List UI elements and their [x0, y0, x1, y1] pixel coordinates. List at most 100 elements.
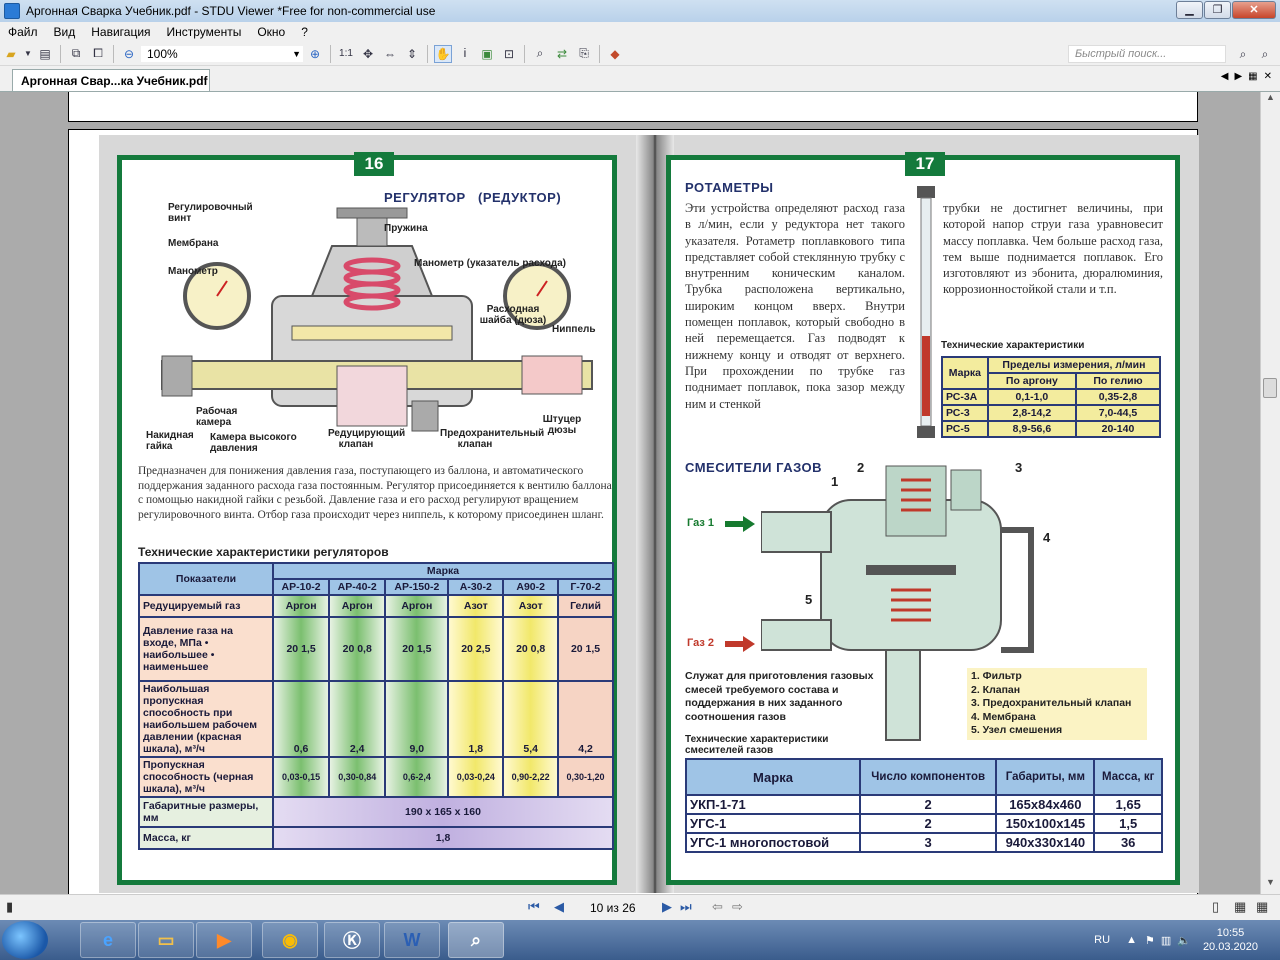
find-icon[interactable]: ⌕: [531, 45, 549, 63]
search-prev-icon[interactable]: ⌕: [1234, 45, 1252, 63]
prev-page-icon[interactable]: ◀: [554, 899, 564, 915]
export-icon[interactable]: ⧉: [67, 45, 85, 63]
regulator-description: Предназначен для понижения давления газа…: [138, 465, 612, 521]
app-k-icon[interactable]: Ⓚ: [324, 922, 380, 958]
pdf-page: 16 РЕГУЛЯТОР (РЕДУКТОР) Регулировочный в…: [68, 129, 1199, 894]
ie-icon[interactable]: e: [80, 922, 136, 958]
tab-prev-icon[interactable]: ◀: [1221, 71, 1229, 82]
label-flow-manometer: Манометр (указатель расхода): [414, 258, 566, 269]
network-icon[interactable]: ▥: [1161, 934, 1171, 947]
menu-navigation[interactable]: Навигация: [83, 25, 158, 39]
rotameters-text-right: трубки не достигнет величины, при которо…: [943, 201, 1163, 297]
zoom-select[interactable]: 100% ▼: [140, 44, 304, 63]
table-cell: 0,03-0,15: [271, 756, 331, 798]
col-dims: Габариты, мм: [995, 758, 1096, 796]
pages-icon[interactable]: ⧠: [89, 45, 107, 63]
zoom-out-icon[interactable]: ⊖: [120, 45, 138, 63]
first-page-icon[interactable]: ⏮: [528, 899, 540, 915]
tray-expand-icon[interactable]: ▲: [1126, 934, 1137, 946]
bookmark-icon[interactable]: ◆: [606, 45, 624, 63]
image-select-icon[interactable]: ▣: [478, 45, 496, 63]
quick-search-input[interactable]: Быстрый поиск...: [1068, 45, 1226, 63]
fit-page-icon[interactable]: ✥: [359, 45, 377, 63]
single-page-view-icon[interactable]: ▯: [1212, 899, 1219, 915]
word-icon[interactable]: W: [384, 922, 440, 958]
window-title: Аргонная Сварка Учебник.pdf - STDU Viewe…: [26, 4, 436, 18]
page-indicator[interactable]: 10 из 26: [590, 901, 636, 915]
zoom-in-icon[interactable]: ⊕: [306, 45, 324, 63]
minimize-button[interactable]: ▁: [1176, 1, 1203, 19]
menu-help[interactable]: ?: [293, 25, 316, 39]
sync-icon[interactable]: ⇄: [553, 45, 571, 63]
table-cell: 2,4: [328, 680, 387, 758]
maximize-button[interactable]: ❐: [1204, 1, 1231, 19]
explorer-icon[interactable]: ▭: [138, 922, 194, 958]
text-select-icon[interactable]: Ꭵ: [456, 45, 474, 63]
language-indicator[interactable]: RU: [1094, 934, 1110, 946]
open-folder-icon[interactable]: ▰: [2, 45, 20, 63]
clock[interactable]: 10:55 20.03.2020: [1203, 926, 1258, 954]
rot-argon: 0,1-1,0: [986, 388, 1077, 406]
scroll-down-icon[interactable]: ▼: [1261, 877, 1280, 894]
document-viewer[interactable]: 16 РЕГУЛЯТОР (РЕДУКТОР) Регулировочный в…: [8, 92, 1260, 894]
callout-1: 1: [831, 474, 839, 489]
legend-item: 5. Узел смешения: [971, 724, 1063, 736]
toolbar-separator: [599, 44, 600, 63]
stdu-viewer-taskbar-icon[interactable]: ⌕: [448, 922, 504, 958]
chrome-icon[interactable]: ◉: [262, 922, 318, 958]
window-controls: ▁ ❐ ✕: [1175, 1, 1276, 19]
scroll-up-icon[interactable]: ▲: [1261, 92, 1280, 109]
system-tray: RU ▲ ⚑ ▥ 🔈 10:55 20.03.2020: [1094, 920, 1280, 960]
page-17: 17 РОТАМЕТРЫ Эти устройства определяют р…: [666, 152, 1180, 885]
close-button[interactable]: ✕: [1232, 1, 1276, 19]
copy-icon[interactable]: ⎘: [575, 45, 593, 63]
search-next-icon[interactable]: ⌕: [1256, 45, 1274, 63]
history-back-icon[interactable]: ⇦: [712, 899, 723, 915]
tab-close-icon[interactable]: ✕: [1264, 71, 1272, 82]
start-button[interactable]: [2, 921, 48, 959]
last-page-icon[interactable]: ⏭: [680, 899, 692, 915]
media-player-icon[interactable]: ▶: [196, 922, 252, 958]
gas2-arrow: [725, 636, 755, 652]
actual-size-button[interactable]: 1:1: [337, 45, 355, 63]
table-cell: 20 1,5: [271, 616, 331, 682]
table-cell: Азот: [502, 594, 560, 618]
grid-view-icon[interactable]: ▦: [1256, 899, 1268, 915]
label-adjust-screw: Регулировочный винт: [168, 202, 253, 224]
label-nozzle-fitting: Штуцер дюзы: [542, 414, 582, 436]
dropdown-arrow-icon[interactable]: ▼: [24, 45, 32, 63]
label-flow-washer: Расходная шайба (дюза): [479, 304, 547, 326]
menu-tools[interactable]: Инструменты: [159, 25, 250, 39]
table-cell: Аргон: [328, 594, 387, 618]
table-cell: 190 x 165 x 160: [272, 796, 614, 828]
toolbar-separator: [524, 44, 525, 63]
tab-list-icon[interactable]: ▦: [1248, 71, 1257, 82]
callout-2: 2: [857, 460, 865, 475]
clock-time: 10:55: [1216, 927, 1245, 939]
sidebar-toggle-icon[interactable]: ▮: [6, 899, 13, 915]
tab-next-icon[interactable]: ▶: [1234, 71, 1242, 82]
hand-tool-icon[interactable]: ✋: [434, 44, 452, 63]
document-tab[interactable]: Аргонная Свар...ка Учебник.pdf: [12, 69, 210, 91]
legend-item: 4. Мембрана: [971, 710, 1036, 723]
two-page-view-icon[interactable]: ▦: [1234, 899, 1246, 915]
legend-item: 3. Предохранительный клапан: [971, 697, 1132, 709]
zoom-value: 100%: [147, 46, 178, 61]
mix-components: 2: [858, 794, 998, 815]
next-page-icon[interactable]: ▶: [662, 899, 672, 915]
fit-height-icon[interactable]: ⇕: [403, 45, 421, 63]
volume-icon[interactable]: 🔈: [1177, 934, 1191, 947]
table-cell: 9,0: [384, 680, 450, 758]
scroll-thumb[interactable]: [1263, 378, 1277, 398]
fit-width-icon[interactable]: ⇔: [381, 45, 399, 63]
app-icon: [4, 3, 20, 19]
menu-view[interactable]: Вид: [46, 25, 84, 39]
print-icon[interactable]: ▤: [36, 45, 54, 63]
tray-flag-icon[interactable]: ⚑: [1145, 934, 1155, 947]
snapshot-icon[interactable]: ⊡: [500, 45, 518, 63]
menu-window[interactable]: Окно: [249, 25, 293, 39]
history-forward-icon[interactable]: ⇨: [732, 899, 743, 915]
vertical-scrollbar[interactable]: ▲ ▼: [1260, 92, 1280, 894]
menu-file[interactable]: Файл: [0, 25, 46, 39]
toolbar-separator: [427, 44, 428, 63]
